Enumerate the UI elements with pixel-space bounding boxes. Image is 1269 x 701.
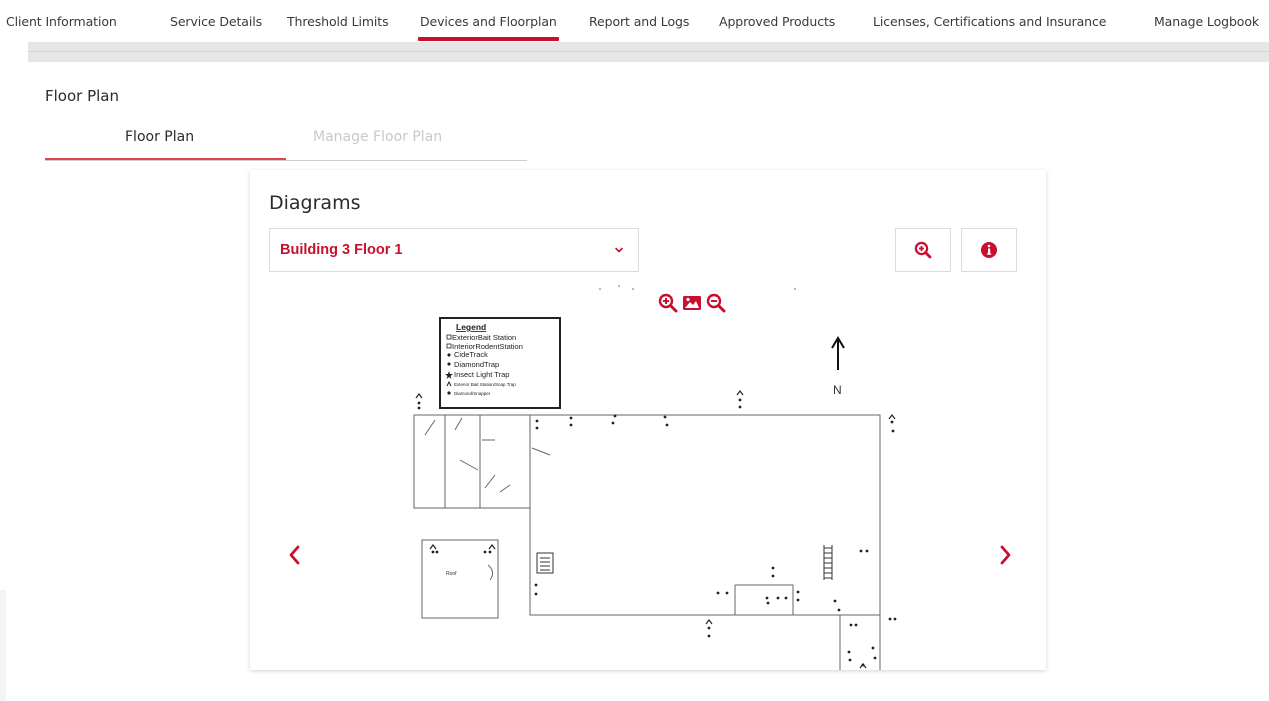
legend-box: Legend ExteriorBait Station InteriorRode… bbox=[439, 317, 561, 409]
zoom-search-button[interactable] bbox=[895, 228, 951, 272]
top-marks bbox=[599, 285, 796, 290]
room-label: Roof bbox=[446, 571, 457, 577]
device-markers bbox=[417, 398, 897, 667]
left-edge-shade bbox=[0, 590, 6, 701]
north-label: N bbox=[833, 383, 842, 397]
diagram-select-value: Building 3 Floor 1 bbox=[280, 242, 403, 258]
top-navigation: Client Information Service Details Thres… bbox=[0, 0, 1269, 41]
legend-item: Exterior Bait Station/Snap Trap bbox=[454, 382, 516, 387]
chevron-down-icon bbox=[615, 247, 623, 253]
floor-plan-subtabs: Floor Plan Manage Floor Plan bbox=[45, 124, 527, 161]
floor-plan-diagram[interactable]: Legend ExteriorBait Station InteriorRode… bbox=[400, 280, 900, 670]
chevron-right-icon[interactable] bbox=[995, 540, 1017, 570]
header-divider-bar bbox=[28, 42, 1269, 62]
legend-item: Diamond/Snapper bbox=[454, 391, 491, 396]
tab-threshold-limits[interactable]: Threshold Limits bbox=[287, 14, 389, 29]
north-arrow: N bbox=[831, 336, 845, 397]
diagram-select[interactable]: Building 3 Floor 1 bbox=[269, 228, 639, 272]
tab-approved-products[interactable]: Approved Products bbox=[719, 14, 835, 29]
tab-service-details[interactable]: Service Details bbox=[170, 14, 262, 29]
subtab-manage-floor-plan[interactable]: Manage Floor Plan bbox=[313, 129, 442, 145]
active-subtab-indicator bbox=[45, 158, 286, 160]
legend-item: ExteriorBait Station bbox=[452, 333, 516, 342]
tab-licenses-certifications-insurance[interactable]: Licenses, Certifications and Insurance bbox=[873, 14, 1106, 29]
diagrams-card: Diagrams Building 3 Floor 1 Legend Exter… bbox=[250, 170, 1046, 670]
tab-report-and-logs[interactable]: Report and Logs bbox=[589, 14, 689, 29]
zoom-in-icon bbox=[914, 241, 932, 259]
tab-devices-and-floorplan[interactable]: Devices and Floorplan bbox=[418, 14, 559, 41]
legend-item: Insect Light Trap bbox=[454, 370, 509, 379]
legend-item: CideTrack bbox=[454, 350, 488, 359]
info-button[interactable] bbox=[961, 228, 1017, 272]
stair-symbols bbox=[536, 545, 833, 580]
snap-trap-markers bbox=[415, 390, 896, 669]
tab-manage-logbook[interactable]: Manage Logbook bbox=[1154, 14, 1259, 29]
tab-client-information[interactable]: Client Information bbox=[6, 14, 117, 29]
subtab-floor-plan[interactable]: Floor Plan bbox=[125, 129, 194, 145]
legend-item: DiamondTrap bbox=[454, 360, 499, 369]
building-outline bbox=[413, 414, 881, 670]
chevron-left-icon[interactable] bbox=[283, 540, 305, 570]
section-title: Floor Plan bbox=[45, 87, 119, 105]
legend-title: Legend bbox=[456, 322, 486, 332]
diagrams-title: Diagrams bbox=[269, 192, 361, 214]
info-circle-icon bbox=[981, 242, 997, 258]
